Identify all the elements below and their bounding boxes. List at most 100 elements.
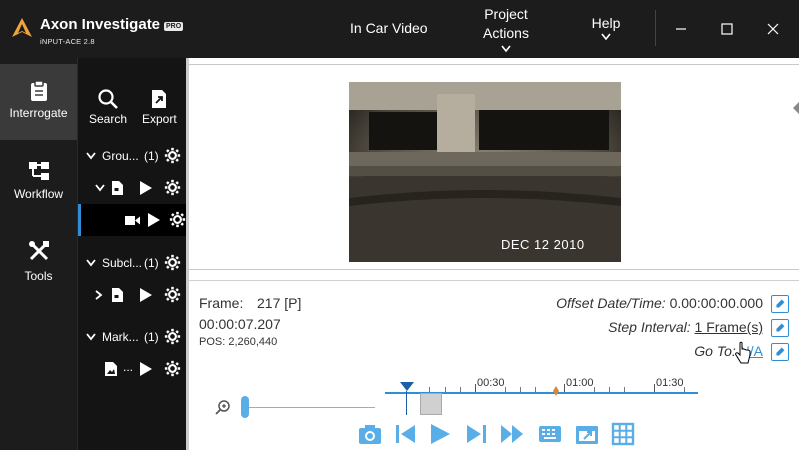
- chevron-down-icon[interactable]: [86, 333, 96, 341]
- timeline-tick: [624, 387, 625, 392]
- edit-offset-icon[interactable]: [771, 295, 789, 313]
- pro-badge: PRO: [164, 22, 184, 31]
- step-forward-icon[interactable]: [463, 421, 489, 447]
- gear-icon[interactable]: [164, 147, 181, 164]
- zoom-slider-track[interactable]: [245, 407, 375, 408]
- close-icon[interactable]: [762, 18, 784, 40]
- tree-row-count: (1): [144, 256, 159, 270]
- timeline-tick: [429, 387, 430, 392]
- zoom-in-icon[interactable]: [215, 399, 231, 415]
- timeline-tick: [535, 387, 536, 392]
- tools-icon: [28, 241, 49, 261]
- tree-row-video-selected[interactable]: [78, 204, 187, 236]
- keyboard-icon[interactable]: [537, 421, 563, 447]
- gear-icon[interactable]: [164, 286, 181, 303]
- tree-row-marker-image[interactable]: ...: [78, 353, 187, 385]
- step-interval: Step Interval: 1 Frame(s): [608, 319, 763, 335]
- export-icon: [152, 90, 167, 108]
- menu-help-label: Help: [591, 15, 621, 31]
- step-back-icon[interactable]: [393, 421, 419, 447]
- edit-goto-icon[interactable]: [771, 343, 789, 361]
- sidebar: Interrogate Workflow Tools: [0, 58, 77, 450]
- tree-panel: Search Export Grou... (1) Subcl... (1) M…: [77, 58, 187, 450]
- edit-step-icon[interactable]: [771, 319, 789, 337]
- offset-datetime: Offset Date/Time: 0.00:00:00.000: [556, 295, 763, 311]
- gear-icon[interactable]: [164, 360, 181, 377]
- clipboard-icon: [30, 80, 47, 101]
- chevron-down-icon[interactable]: [95, 184, 105, 192]
- timeline-tick: [564, 384, 565, 392]
- maximize-icon[interactable]: [716, 18, 738, 40]
- minimize-icon[interactable]: [670, 18, 692, 40]
- video-frame[interactable]: DEC 12 2010: [349, 82, 621, 262]
- tree-row-count: (1): [144, 330, 159, 344]
- grid-icon[interactable]: [610, 421, 636, 447]
- sidebar-item-label: Tools: [24, 269, 53, 283]
- controls-panel: Frame: 217 [P] 00:00:07.207 POS: 2,260,4…: [189, 280, 799, 450]
- search-button[interactable]: Search: [89, 88, 127, 126]
- tree-row-group[interactable]: Grou... (1): [78, 140, 187, 172]
- search-label: Search: [89, 112, 128, 126]
- chevron-down-icon[interactable]: [86, 259, 96, 267]
- sidebar-item-tools[interactable]: Tools: [0, 232, 77, 308]
- tree-row-count: (1): [144, 149, 159, 163]
- main-panel: DEC 12 2010 Frame: 217 [P] 00:00:07.207 …: [186, 58, 799, 450]
- workflow-icon: [28, 162, 49, 180]
- timeline-tick: [445, 387, 446, 392]
- tree-row-markers[interactable]: Mark... (1): [78, 321, 187, 353]
- play-button-icon[interactable]: [427, 421, 453, 447]
- timecode: 00:00:07.207: [199, 316, 281, 332]
- gear-icon[interactable]: [164, 254, 181, 271]
- timeline-tick: [475, 384, 476, 392]
- playhead-marker-icon[interactable]: [400, 382, 414, 392]
- play-icon[interactable]: [139, 287, 153, 303]
- menu-project-actions[interactable]: Project Actions: [478, 5, 534, 53]
- timeline-label: 01:00: [566, 377, 594, 389]
- menu-in-car-video[interactable]: In Car Video: [350, 20, 428, 36]
- search-icon: [98, 89, 118, 109]
- tree-row-file[interactable]: [78, 172, 187, 204]
- gear-icon[interactable]: [164, 328, 181, 345]
- play-icon[interactable]: [139, 180, 153, 196]
- timeline-tick: [609, 387, 610, 392]
- video-area: DEC 12 2010: [189, 64, 799, 270]
- chevron-right-icon[interactable]: [95, 290, 103, 300]
- timeline-label: 00:30: [477, 377, 505, 389]
- scroll-arrow-icon: [793, 102, 799, 114]
- step-value-link[interactable]: 1 Frame(s): [695, 319, 763, 335]
- tree-row-label: Grou...: [102, 149, 139, 163]
- play-icon[interactable]: [139, 361, 153, 377]
- playhead-line: [406, 391, 407, 415]
- sidebar-item-interrogate[interactable]: Interrogate: [0, 64, 77, 140]
- tree-row-subclip[interactable]: Subcl... (1): [78, 247, 187, 279]
- video-camera-icon: [125, 216, 140, 225]
- sidebar-item-workflow[interactable]: Workflow: [0, 150, 77, 226]
- gear-icon[interactable]: [164, 179, 181, 196]
- timeline-selection[interactable]: [420, 393, 442, 415]
- frame-label: Frame:: [199, 295, 244, 311]
- frame-value: 217 [P]: [257, 295, 302, 311]
- gear-icon[interactable]: [169, 211, 186, 228]
- app-version: iNPUT-ACE 2.8: [40, 37, 95, 46]
- zoom-slider-handle[interactable]: [241, 396, 249, 418]
- pop-out-icon[interactable]: [574, 421, 600, 447]
- tree-row-label: Subcl...: [102, 256, 143, 270]
- pos-value: POS: 2,260,440: [199, 336, 278, 348]
- hand-cursor-icon: [735, 341, 751, 364]
- export-button[interactable]: Export: [142, 88, 177, 126]
- axon-logo-icon: [12, 18, 32, 37]
- marker-diamond-icon[interactable]: [553, 386, 559, 396]
- menu-project-actions-label: Project Actions: [483, 6, 529, 41]
- menu-help[interactable]: Help: [586, 15, 626, 41]
- chevron-down-icon: [601, 33, 611, 41]
- chevron-down-icon[interactable]: [86, 152, 96, 160]
- snapshot-icon[interactable]: [357, 421, 383, 447]
- offset-label: Offset Date/Time:: [556, 295, 666, 311]
- play-icon[interactable]: [147, 212, 161, 228]
- scroll-handle[interactable]: [791, 98, 799, 118]
- tree-row-file-collapsed[interactable]: [78, 279, 187, 311]
- timeline-tick: [505, 387, 506, 392]
- fast-forward-icon[interactable]: [499, 421, 525, 447]
- timeline-tick: [520, 387, 521, 392]
- file-icon: [112, 181, 123, 195]
